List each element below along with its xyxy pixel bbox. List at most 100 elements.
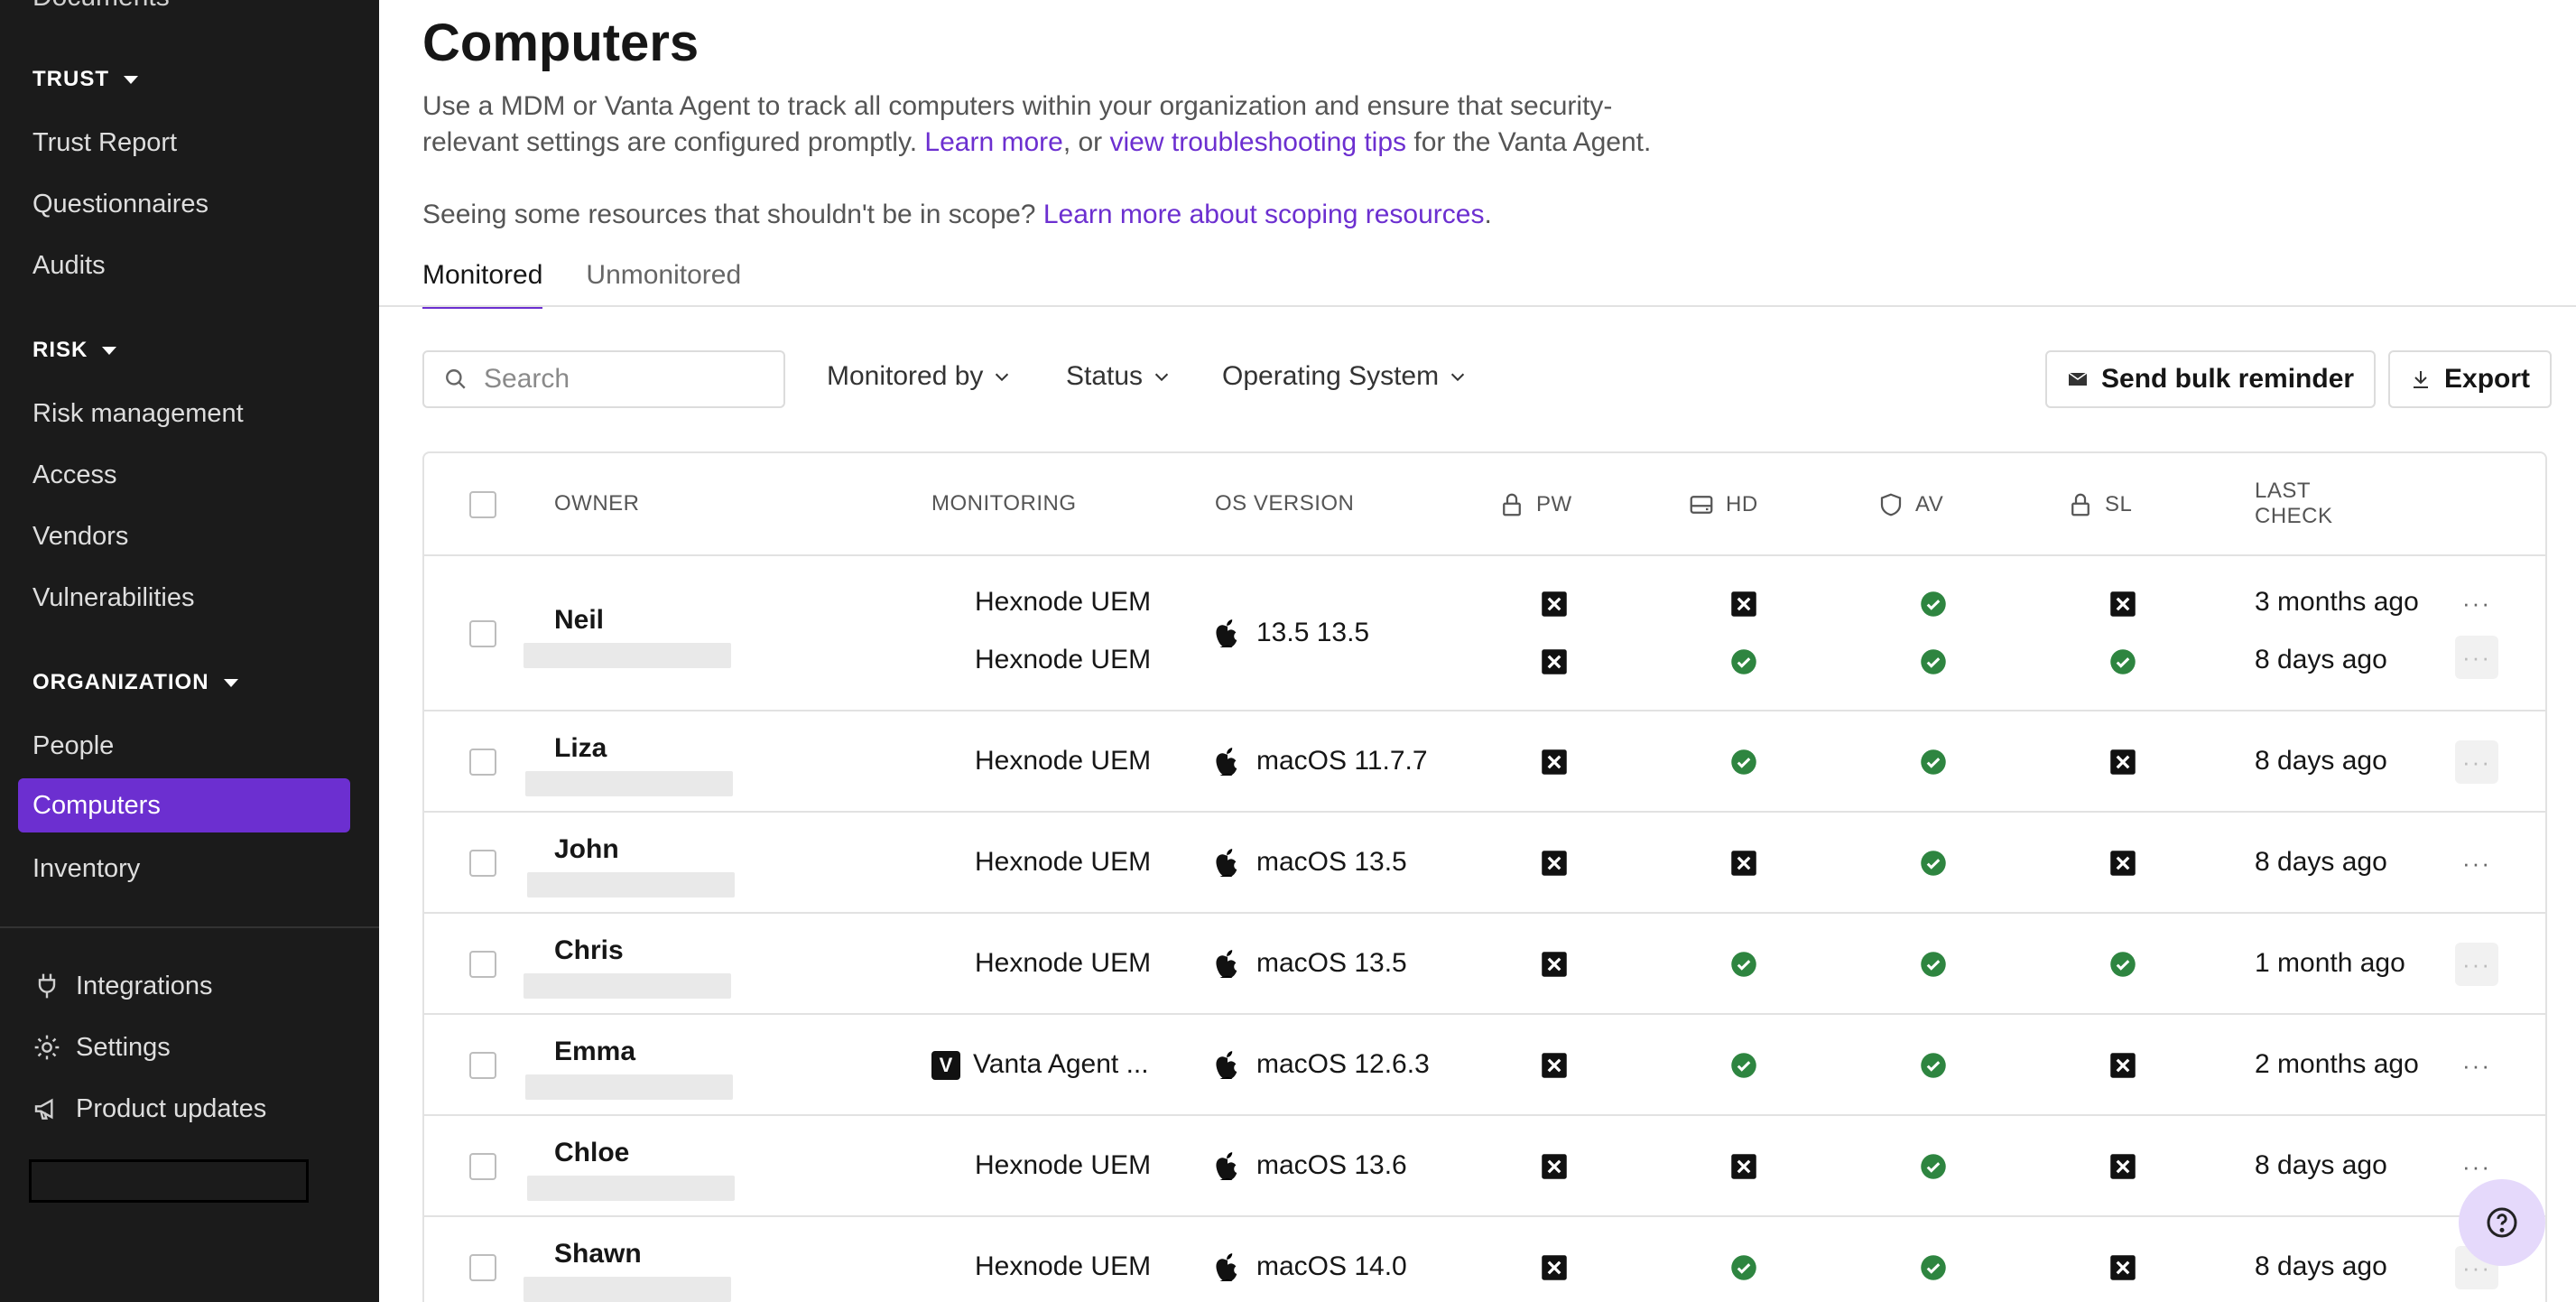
header-monitoring[interactable]: MONITORING bbox=[931, 491, 1077, 516]
header-hd[interactable]: HD bbox=[1688, 491, 1758, 518]
owner-name[interactable]: Chloe bbox=[554, 1138, 629, 1168]
owner-email-redacted bbox=[524, 1277, 731, 1302]
tab-monitored[interactable]: Monitored bbox=[422, 260, 543, 309]
sidebar-item-integrations[interactable]: Integrations bbox=[32, 959, 213, 1013]
owner-name[interactable]: Shawn bbox=[554, 1239, 642, 1269]
monitoring-source: V Vanta Agent ... bbox=[931, 1049, 1149, 1081]
sidebar-item-settings[interactable]: Settings bbox=[32, 1020, 171, 1074]
table-row[interactable]: Shawn Hexnode UEM macOS 14.0 8 days ago ··· bbox=[424, 1217, 2545, 1302]
sidebar-item-vendors[interactable]: Vendors bbox=[32, 509, 128, 563]
owner-email-redacted bbox=[527, 872, 735, 897]
header-av[interactable]: AV bbox=[1877, 491, 1943, 518]
operating-system-filter[interactable]: Operating System bbox=[1222, 361, 1468, 392]
owner-name[interactable]: Chris bbox=[554, 935, 624, 966]
x-box-icon bbox=[1541, 648, 1568, 675]
sidebar-section-trust[interactable]: TRUST bbox=[32, 67, 138, 92]
x-box-icon bbox=[1541, 850, 1568, 877]
owner-email-redacted bbox=[524, 643, 731, 668]
sidebar-footer-box[interactable] bbox=[29, 1159, 309, 1203]
row-checkbox[interactable] bbox=[469, 1153, 496, 1180]
row-actions-button[interactable]: ··· bbox=[2455, 581, 2498, 625]
monitoring-source: Hexnode UEM bbox=[975, 948, 1152, 978]
table-row[interactable]: Neil Hexnode UEM Hexnode UEM 13.5 13.5 3 mon… bbox=[424, 556, 2545, 711]
row-checkbox[interactable] bbox=[469, 749, 496, 776]
x-box-icon bbox=[2109, 749, 2136, 776]
x-box-icon bbox=[1541, 749, 1568, 776]
check-circle-icon bbox=[1920, 648, 1947, 675]
header-pw[interactable]: PW bbox=[1498, 491, 1572, 518]
send-bulk-reminder-button[interactable]: Send bulk reminder bbox=[2045, 350, 2377, 408]
row-actions-button[interactable]: ··· bbox=[2455, 1044, 2498, 1087]
sidebar-item-product-updates[interactable]: Product updates bbox=[32, 1082, 266, 1136]
sidebar-section-risk[interactable]: RISK bbox=[32, 338, 117, 363]
computers-table: OWNER MONITORING OS VERSION PW HD AV SL … bbox=[422, 451, 2547, 1302]
learn-more-link[interactable]: Learn more bbox=[924, 127, 1062, 157]
os-version: 13.5 13.5 bbox=[1215, 618, 1369, 648]
header-os-version[interactable]: OS VERSION bbox=[1215, 491, 1354, 516]
check-circle-icon bbox=[1730, 1254, 1757, 1281]
last-check: 8 days ago bbox=[2255, 1251, 2387, 1281]
tab-unmonitored[interactable]: Unmonitored bbox=[586, 260, 741, 309]
sidebar-item-vulnerabilities[interactable]: Vulnerabilities bbox=[32, 571, 194, 625]
help-icon bbox=[2487, 1207, 2517, 1238]
select-all-checkbox[interactable] bbox=[469, 491, 496, 518]
row-checkbox[interactable] bbox=[469, 951, 496, 978]
header-sl[interactable]: SL bbox=[2067, 491, 2132, 518]
owner-name[interactable]: John bbox=[554, 834, 619, 865]
table-row[interactable]: Chris Hexnode UEM macOS 13.5 1 month ago ··· bbox=[424, 914, 2545, 1015]
owner-name[interactable]: Neil bbox=[554, 605, 604, 636]
tabs-divider bbox=[379, 305, 2576, 307]
header-last-check[interactable]: LAST CHECK bbox=[2255, 479, 2333, 529]
header-owner[interactable]: OWNER bbox=[554, 491, 640, 516]
page-title: Computers bbox=[422, 14, 700, 72]
check-circle-icon bbox=[1730, 648, 1757, 675]
sidebar-item-audits[interactable]: Audits bbox=[32, 238, 106, 293]
apple-icon bbox=[1216, 1152, 1237, 1180]
last-check: 8 days ago bbox=[2255, 645, 2387, 674]
table-row[interactable]: Chloe Hexnode UEM macOS 13.6 8 days ago ··· bbox=[424, 1116, 2545, 1217]
search-input[interactable] bbox=[484, 364, 773, 395]
row-actions-button[interactable]: ··· bbox=[2455, 943, 2498, 986]
x-box-icon bbox=[1730, 850, 1757, 877]
row-actions-button[interactable]: ··· bbox=[2455, 842, 2498, 885]
row-actions-button[interactable]: ··· bbox=[2455, 740, 2498, 784]
sidebar-item-trust-report[interactable]: Trust Report bbox=[32, 116, 177, 170]
row-checkbox[interactable] bbox=[469, 1052, 496, 1079]
sidebar-item-inventory[interactable]: Inventory bbox=[32, 842, 140, 896]
lock-icon bbox=[1503, 493, 1521, 516]
row-checkbox[interactable] bbox=[469, 1254, 496, 1281]
sidebar-item-computers[interactable]: Computers bbox=[18, 778, 350, 832]
owner-name[interactable]: Emma bbox=[554, 1037, 635, 1067]
sidebar-item-risk-management[interactable]: Risk management bbox=[32, 386, 244, 441]
help-button[interactable] bbox=[2459, 1179, 2545, 1266]
troubleshooting-link[interactable]: view troubleshooting tips bbox=[1110, 127, 1407, 157]
gear-icon bbox=[34, 1035, 60, 1060]
check-circle-icon bbox=[1730, 749, 1757, 776]
owner-name[interactable]: Liza bbox=[554, 733, 607, 764]
sidebar-section-organization[interactable]: ORGANIZATION bbox=[32, 670, 238, 695]
row-checkbox[interactable] bbox=[469, 620, 496, 647]
row-checkbox[interactable] bbox=[469, 850, 496, 877]
row-actions-button[interactable]: ··· bbox=[2455, 636, 2498, 679]
search-box[interactable] bbox=[422, 350, 785, 408]
monitoring-source: Hexnode UEM bbox=[975, 645, 1152, 674]
sidebar-item-people[interactable]: People bbox=[32, 719, 114, 773]
caret-down-icon bbox=[124, 75, 138, 84]
scoping-resources-link[interactable]: Learn more about scoping resources bbox=[1043, 200, 1485, 229]
main-content: Computers Use a MDM or Vanta Agent to tr… bbox=[379, 0, 2576, 1302]
monitored-by-filter[interactable]: Monitored by bbox=[827, 361, 1012, 392]
x-box-icon bbox=[2109, 1254, 2136, 1281]
table-row[interactable]: Emma V Vanta Agent ... macOS 12.6.3 2 months… bbox=[424, 1015, 2545, 1116]
hard-drive-icon bbox=[1690, 496, 1713, 514]
x-box-icon bbox=[1541, 1254, 1568, 1281]
sidebar-divider bbox=[0, 926, 379, 928]
table-row[interactable]: John Hexnode UEM macOS 13.5 8 days ago ··· bbox=[424, 813, 2545, 914]
sidebar-item-questionnaires[interactable]: Questionnaires bbox=[32, 177, 208, 231]
status-filter[interactable]: Status bbox=[1066, 361, 1172, 392]
table-row[interactable]: Liza Hexnode UEM macOS 11.7.7 8 days ago ··· bbox=[424, 711, 2545, 813]
sidebar-item-access[interactable]: Access bbox=[32, 448, 116, 502]
sidebar-item-documents[interactable]: Documents bbox=[32, 0, 170, 13]
caret-down-icon bbox=[223, 678, 238, 687]
export-button[interactable]: Export bbox=[2388, 350, 2553, 408]
scope-notice: Seeing some resources that shouldn't be … bbox=[422, 200, 1492, 229]
